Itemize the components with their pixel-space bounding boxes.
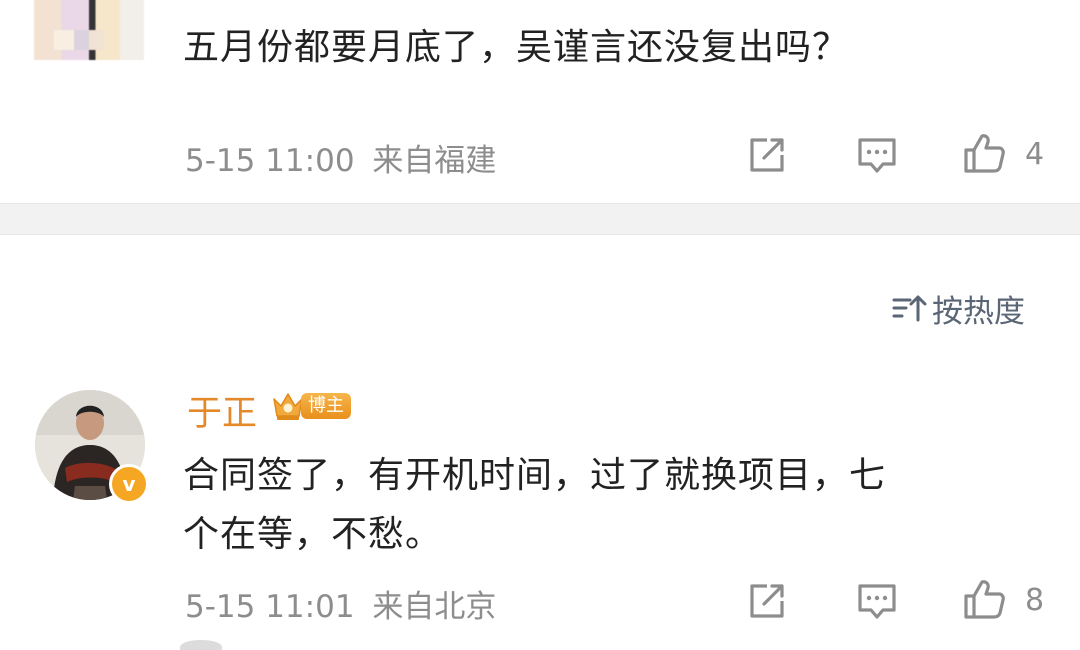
sort-button[interactable]: 按热度 bbox=[892, 288, 1025, 330]
comments-screen: 五月份都要月底了，吴谨言还没复出吗？ 5-15 11:00 来自福建 4 按热度 bbox=[0, 0, 1080, 650]
badge-label: 博主 bbox=[301, 393, 351, 419]
comment-text-line-2: 个在等，不愁。 bbox=[183, 514, 443, 555]
blogger-badge: 博主 bbox=[271, 388, 351, 424]
comment-meta: 5-15 11:01 来自北京 bbox=[185, 581, 496, 626]
comment-time: 5-15 11:00 bbox=[185, 143, 355, 179]
username[interactable]: 于正 bbox=[187, 385, 257, 436]
like-icon[interactable] bbox=[962, 577, 1006, 621]
share-icon[interactable] bbox=[745, 579, 789, 623]
sort-label: 按热度 bbox=[932, 293, 1025, 330]
avatar[interactable] bbox=[34, 0, 144, 60]
comment-location: 来自北京 bbox=[372, 589, 497, 625]
next-item-stub bbox=[180, 640, 222, 650]
comment-icon[interactable] bbox=[855, 579, 899, 623]
comment-time: 5-15 11:01 bbox=[185, 589, 355, 625]
verified-badge: v bbox=[109, 464, 149, 504]
comment-icon[interactable] bbox=[855, 133, 899, 177]
crown-icon bbox=[273, 393, 303, 420]
section-divider bbox=[0, 203, 1080, 235]
like-count: 8 bbox=[1025, 583, 1045, 618]
comment-text: 五月份都要月底了，吴谨言还没复出吗？ bbox=[183, 27, 850, 68]
comment-location: 来自福建 bbox=[372, 143, 497, 179]
sort-icon bbox=[892, 295, 927, 322]
like-count: 4 bbox=[1025, 137, 1045, 172]
comment-meta: 5-15 11:00 来自福建 bbox=[185, 135, 496, 180]
like-icon[interactable] bbox=[962, 131, 1006, 175]
share-icon[interactable] bbox=[745, 133, 789, 177]
comment-text-line-1: 合同签了，有开机时间，过了就换项目，七 bbox=[183, 455, 887, 496]
